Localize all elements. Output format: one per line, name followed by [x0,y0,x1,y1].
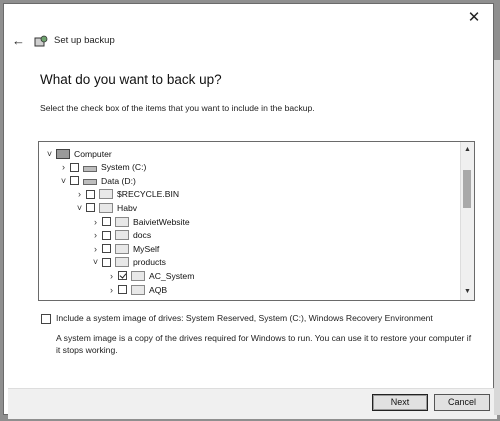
tree-item-checkbox[interactable] [102,244,111,254]
tree-item-label: AC_System [149,270,195,281]
tree-item-label: Computer [74,148,112,159]
tree-item-label: docs [133,230,152,241]
tree-item-label: products [133,257,166,268]
collapse-chevron-icon[interactable]: ˅ [59,176,68,186]
system-image-checkbox[interactable] [41,314,51,324]
tree-item-label: BaivietWebsite [133,216,190,227]
folder-icon [99,202,113,213]
expand-chevron-icon[interactable]: › [59,162,68,172]
scroll-up-icon[interactable]: ▲ [461,144,474,156]
tree-item-checkbox[interactable] [86,203,95,213]
folder-icon [115,257,129,268]
tree-item[interactable]: › AQB [107,283,167,296]
tree-item-label: MySelf [133,243,160,254]
tree-item-label: Data (D:) [101,175,136,186]
tree-item[interactable]: ˅ Computer [45,147,112,160]
expand-chevron-icon[interactable]: › [91,217,100,227]
collapse-chevron-icon[interactable]: ˅ [91,257,100,267]
drive-icon [83,165,97,172]
collapse-chevron-icon[interactable]: ˅ [75,203,84,213]
expand-chevron-icon[interactable]: › [75,189,84,199]
backup-items-tree[interactable]: ˅ Computer › System (C:) ˅ Data (D:) › $RECYCLE… [38,141,475,301]
system-image-label: Include a system image of drives: System… [56,313,433,323]
folder-icon [115,230,129,241]
tree-item[interactable]: ˅ Data (D:) [59,174,136,187]
expand-chevron-icon[interactable]: › [91,230,100,240]
instruction-text: Select the check box of the items that y… [40,103,315,113]
background-window-edge [494,60,500,415]
close-icon[interactable]: ✕ [465,8,483,26]
tree-item-checkbox[interactable] [102,257,111,267]
system-image-note: A system image is a copy of the drives r… [56,333,472,355]
expand-chevron-icon[interactable]: › [107,285,116,295]
tree-item[interactable]: ˅ Habv [75,201,137,214]
back-arrow-icon[interactable]: ← [12,33,25,48]
tree-item[interactable]: › $RECYCLE.BIN [75,188,179,201]
folder-icon [131,284,145,295]
tree-item-label: Habv [117,202,138,213]
backup-icon [34,35,48,47]
tree-scrollbar[interactable]: ▲ ▼ [460,142,474,300]
tree-item[interactable]: ˅ products [91,256,166,269]
folder-icon [131,270,145,281]
tree-item-checkbox[interactable] [118,271,127,281]
tree-item-checkbox[interactable] [102,230,111,240]
scroll-thumb[interactable] [463,170,471,208]
folder-icon [115,243,129,254]
tree-item-checkbox[interactable] [70,162,79,172]
scroll-down-icon[interactable]: ▼ [461,286,474,298]
folder-icon [99,189,113,200]
tree-item-label: $RECYCLE.BIN [117,189,180,200]
tree-item[interactable]: › MySelf [91,242,159,255]
tree-item-checkbox[interactable] [70,176,79,186]
tree-item-checkbox[interactable] [118,285,127,294]
window-title: Set up backup [54,35,115,46]
folder-icon [115,216,129,227]
tree-item[interactable]: › BaivietWebsite [91,215,190,228]
next-button[interactable]: Next [372,394,428,411]
drive-icon [83,179,97,186]
expand-chevron-icon[interactable]: › [107,271,116,281]
tree-item-checkbox[interactable] [86,189,95,199]
tree-item-label: AQB [149,284,168,295]
tree-item-checkbox[interactable] [102,217,111,226]
cancel-button[interactable]: Cancel [434,394,490,411]
page-heading: What do you want to back up? [40,72,222,87]
expand-chevron-icon[interactable]: › [91,244,100,254]
collapse-chevron-icon[interactable]: ˅ [45,149,54,159]
tree-item[interactable]: › AC_System [107,269,194,282]
tree-item[interactable]: › docs [91,229,151,242]
computer-icon [56,148,70,159]
tree-item-label: System (C:) [101,162,147,173]
tree-item[interactable]: › System (C:) [59,161,146,174]
setup-backup-dialog: ✕ ← Set up backup What do you want to ba… [3,3,497,419]
